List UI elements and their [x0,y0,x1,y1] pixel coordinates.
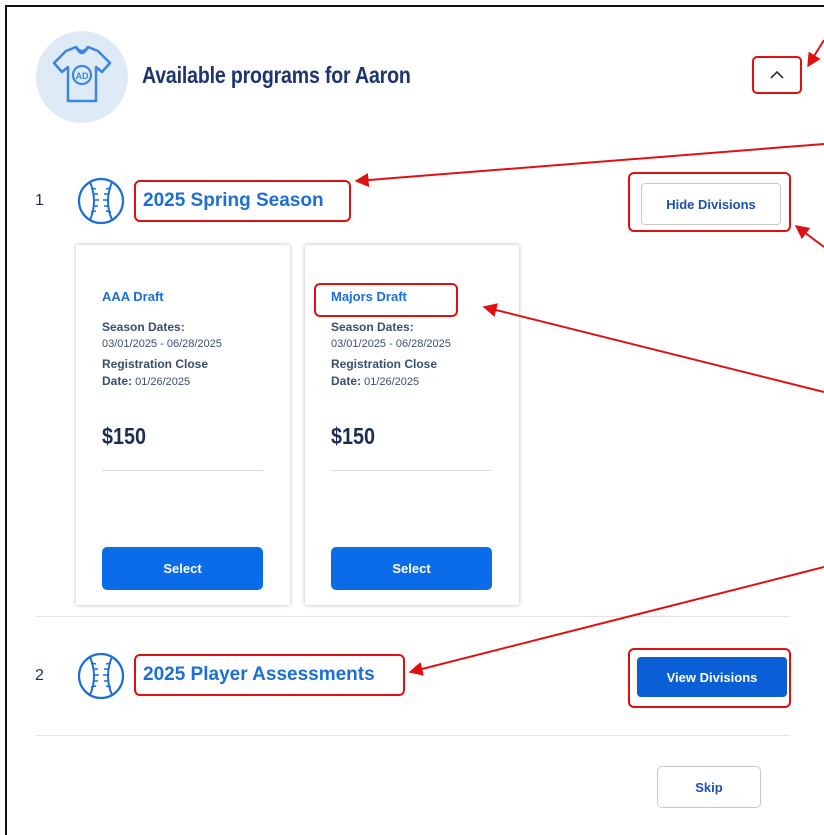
annotation-arrow [794,225,824,248]
annotation-arrows [354,39,824,676]
annotation-arrow [482,303,824,393]
annotation-arrow [408,566,824,676]
annotation-arrow [354,143,824,187]
annotation-arrow [807,39,824,68]
